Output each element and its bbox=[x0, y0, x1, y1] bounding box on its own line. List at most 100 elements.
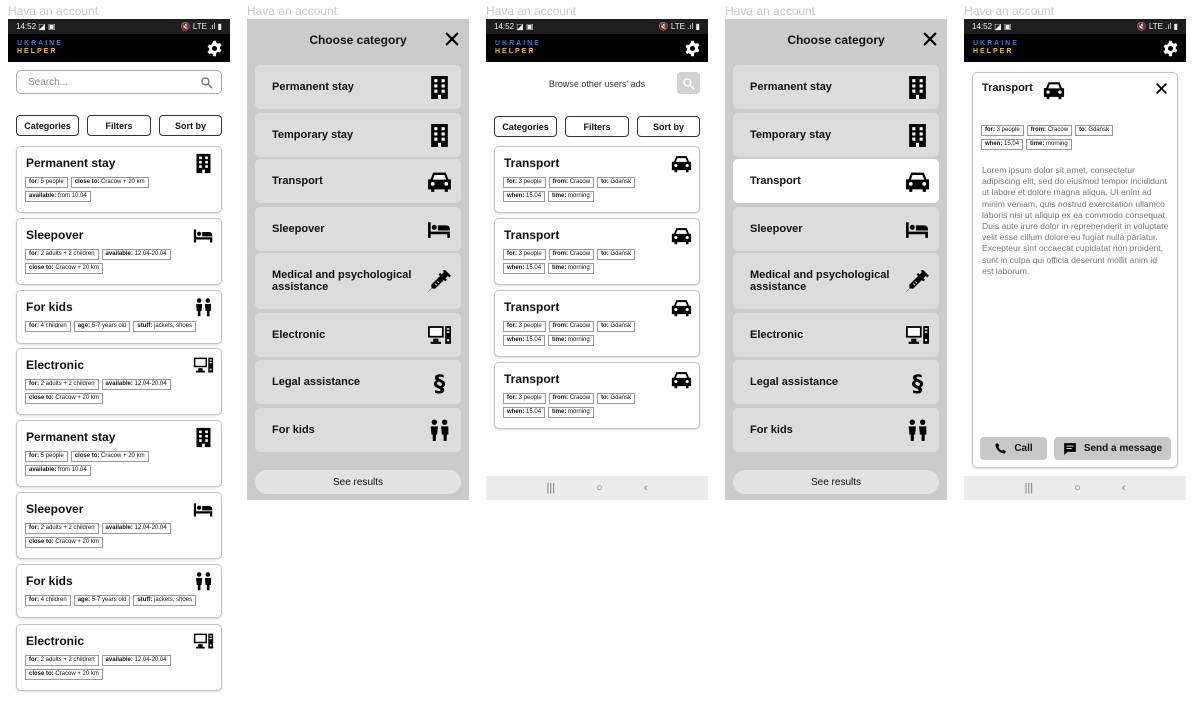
category-option[interactable]: Medical and psychological assistance bbox=[733, 253, 939, 309]
ad-card[interactable]: Permanent stay for: 5 people close to: Cra… bbox=[16, 146, 222, 213]
kids-icon bbox=[193, 297, 214, 318]
android-nav-bar: ||| ○ ‹ bbox=[964, 476, 1186, 500]
settings-gear-icon[interactable] bbox=[1162, 40, 1179, 57]
info-tag: stuff: jackets, shoes bbox=[133, 595, 197, 606]
bed-icon bbox=[193, 499, 214, 520]
category-option[interactable]: Legal assistance bbox=[255, 360, 461, 404]
call-label: Call bbox=[1014, 443, 1033, 454]
back-button[interactable]: ‹ bbox=[644, 482, 648, 494]
category-label: Electronic bbox=[272, 329, 326, 341]
settings-gear-icon[interactable] bbox=[684, 40, 701, 57]
info-tag: for: 3 people bbox=[503, 249, 546, 260]
info-tag: for: 2 adults + 2 children bbox=[25, 379, 99, 390]
ad-card-tags: for: 3 people from: Cracow to: Gdańsk when:… bbox=[503, 393, 643, 418]
ad-card[interactable]: Sleepover for: 2 adults + 2 children avail… bbox=[16, 218, 222, 285]
building-icon bbox=[427, 75, 452, 100]
see-results-button[interactable]: See results bbox=[733, 470, 939, 494]
category-label: Electronic bbox=[750, 329, 804, 341]
home-button[interactable]: ○ bbox=[596, 482, 603, 494]
ad-card[interactable]: Transport for: 3 people from: Cracow to: Gd… bbox=[494, 218, 700, 285]
app-logo: UKRAINE HELPER bbox=[17, 40, 63, 55]
ad-card[interactable]: Electronic for: 2 adults + 2 children avai… bbox=[16, 624, 222, 691]
ad-card[interactable]: Transport for: 3 people from: Cracow to: Gd… bbox=[494, 146, 700, 213]
ad-card[interactable]: For kids for: 4 children age: 5-7 years ol… bbox=[16, 564, 222, 618]
car-icon bbox=[671, 153, 692, 174]
category-option[interactable]: Legal assistance bbox=[733, 360, 939, 404]
search-input[interactable]: Search... bbox=[16, 70, 222, 94]
categories-button[interactable]: Categories bbox=[494, 116, 557, 137]
info-tag: from: Cracow bbox=[548, 177, 595, 188]
ad-card-title: For kids bbox=[26, 574, 73, 588]
call-button[interactable]: Call bbox=[980, 437, 1047, 460]
see-results-button[interactable]: See results bbox=[255, 470, 461, 494]
ad-card[interactable]: Electronic for: 2 adults + 2 children avai… bbox=[16, 348, 222, 415]
recent-apps-button[interactable]: ||| bbox=[1025, 482, 1034, 494]
kids-icon bbox=[905, 418, 930, 443]
message-icon bbox=[1063, 442, 1077, 456]
sort-by-button[interactable]: Sort by bbox=[159, 115, 222, 136]
info-tag: available: 12.04-20.04 bbox=[101, 655, 171, 666]
filters-button[interactable]: Filters bbox=[87, 115, 151, 136]
category-option[interactable]: Temporary stay bbox=[255, 113, 461, 157]
category-option[interactable]: Transport bbox=[733, 159, 939, 203]
info-tag: for: 5 people bbox=[25, 451, 68, 462]
close-icon[interactable] bbox=[922, 31, 938, 47]
ad-card-tags: for: 4 children age: 5-7 years old stuff: … bbox=[25, 595, 215, 606]
send-message-button[interactable]: Send a message bbox=[1054, 437, 1171, 460]
categories-button[interactable]: Categories bbox=[16, 115, 79, 136]
ad-card-tags: for: 2 adults + 2 children available: 12.… bbox=[25, 523, 215, 548]
info-tag: for: 2 adults + 2 children bbox=[25, 523, 99, 534]
category-option[interactable]: Permanent stay bbox=[255, 65, 461, 109]
category-option[interactable]: Transport bbox=[255, 159, 461, 203]
dialog-title: Choose category bbox=[309, 33, 407, 47]
filters-button[interactable]: Filters bbox=[565, 116, 629, 137]
info-tag: to: Gdańsk bbox=[1075, 125, 1114, 136]
info-tag: from: Cracow bbox=[548, 321, 595, 332]
filter-bar: Categories Filters Sort by bbox=[16, 115, 222, 136]
building-icon bbox=[905, 75, 930, 100]
info-tag: time: morning bbox=[1026, 139, 1072, 150]
close-icon[interactable] bbox=[444, 31, 460, 47]
category-option[interactable]: Sleepover bbox=[255, 207, 461, 251]
ad-card[interactable]: For kids for: 4 children age: 5-7 years ol… bbox=[16, 290, 222, 344]
category-option[interactable]: Temporary stay bbox=[733, 113, 939, 157]
category-dialog: Choose category Permanent stay Temporary … bbox=[247, 19, 469, 500]
status-bar: 14:52 ◪ ▣ 🔇 LTE .ıl ▮ bbox=[8, 19, 230, 34]
close-icon[interactable] bbox=[1155, 82, 1168, 95]
category-label: Temporary stay bbox=[272, 129, 354, 141]
category-label: For kids bbox=[272, 424, 315, 436]
ad-card-title: Transport bbox=[504, 228, 560, 242]
category-option[interactable]: Electronic bbox=[733, 313, 939, 357]
browse-label: Browse other users' ads bbox=[548, 79, 646, 89]
info-tag: when: 15.04 bbox=[503, 407, 546, 418]
recent-apps-button[interactable]: ||| bbox=[547, 482, 556, 494]
building-icon bbox=[193, 153, 214, 174]
info-tag: from: Cracow bbox=[548, 393, 595, 404]
info-tag: close to: Cracow + 20 km bbox=[70, 177, 149, 188]
search-icon bbox=[682, 77, 695, 90]
info-tag: time: morning bbox=[548, 407, 594, 418]
category-option[interactable]: For kids bbox=[255, 408, 461, 452]
info-tag: available: from 10.04 bbox=[25, 465, 91, 476]
computer-icon bbox=[193, 631, 214, 652]
computer-icon bbox=[905, 323, 930, 348]
category-option[interactable]: For kids bbox=[733, 408, 939, 452]
back-button[interactable]: ‹ bbox=[1122, 482, 1126, 494]
settings-gear-icon[interactable] bbox=[206, 40, 223, 57]
ad-card[interactable]: Permanent stay for: 5 people close to: Cra… bbox=[16, 420, 222, 487]
building-icon bbox=[905, 123, 930, 148]
category-option[interactable]: Permanent stay bbox=[733, 65, 939, 109]
ad-card[interactable]: Sleepover for: 2 adults + 2 children avail… bbox=[16, 492, 222, 559]
paragraph-icon bbox=[905, 370, 930, 395]
ad-card[interactable]: Transport for: 3 people from: Cracow to: Gd… bbox=[494, 362, 700, 429]
search-icon[interactable] bbox=[200, 76, 213, 89]
category-option[interactable]: Sleepover bbox=[733, 207, 939, 251]
ad-card[interactable]: Transport for: 3 people from: Cracow to: Gd… bbox=[494, 290, 700, 357]
ad-card-title: Permanent stay bbox=[26, 156, 116, 170]
category-option[interactable]: Medical and psychological assistance bbox=[255, 253, 461, 309]
category-option[interactable]: Electronic bbox=[255, 313, 461, 357]
sort-by-button[interactable]: Sort by bbox=[637, 116, 700, 137]
info-tag: available: 12.04-20.04 bbox=[101, 249, 171, 260]
home-button[interactable]: ○ bbox=[1074, 482, 1081, 494]
browse-search-button[interactable] bbox=[677, 72, 700, 94]
